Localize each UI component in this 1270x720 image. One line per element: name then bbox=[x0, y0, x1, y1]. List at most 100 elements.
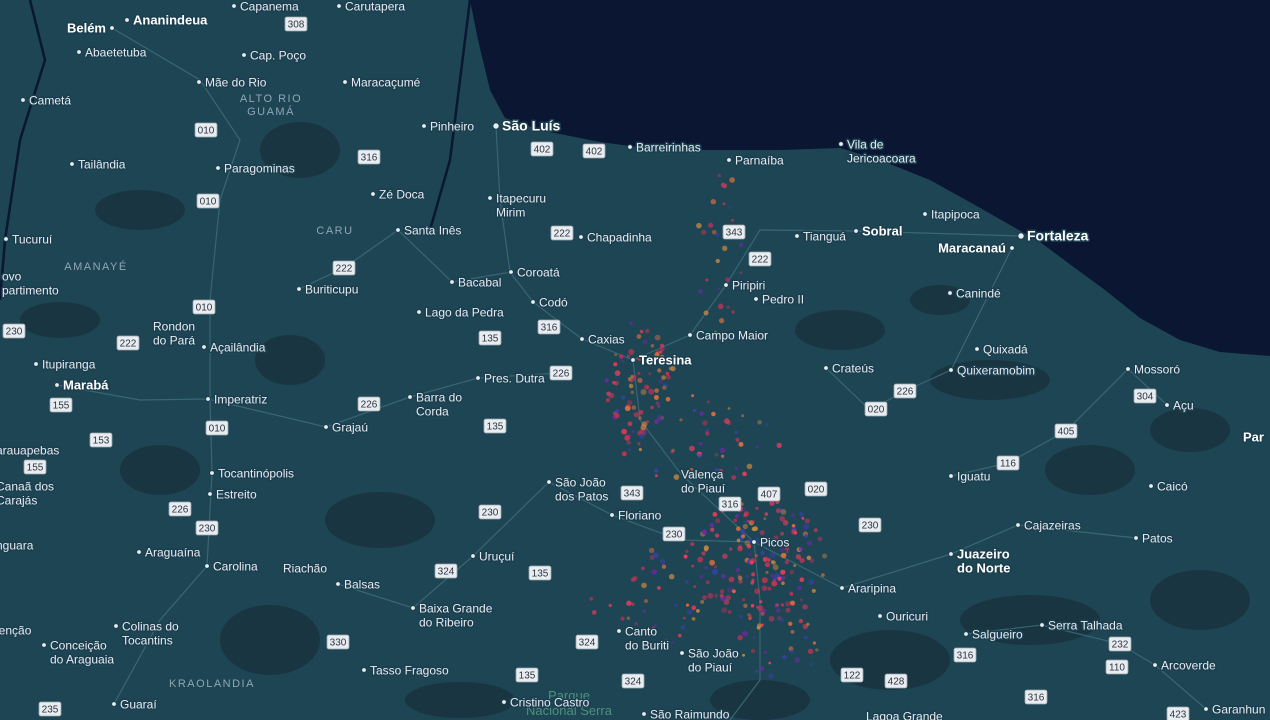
city-redencao[interactable]: lenção bbox=[0, 622, 33, 639]
highway-shield-br230d[interactable]: 230 bbox=[858, 517, 882, 533]
highway-shield-br316d[interactable]: 316 bbox=[953, 647, 977, 663]
city-quixeramobim[interactable]: Quixeramobim bbox=[948, 362, 1037, 379]
highway-shield-br226c[interactable]: 226 bbox=[357, 396, 381, 412]
highway-shield-br324c[interactable]: 324 bbox=[621, 673, 645, 689]
highway-shield-br230e[interactable]: 230 bbox=[662, 526, 686, 542]
map-viewport[interactable]: ALTO RIO GUAMÁ CARU AMANAYÉ KRAOLANDIA Parqu… bbox=[0, 0, 1270, 720]
city-serra-talhada[interactable]: Serra Talhada bbox=[1039, 617, 1124, 634]
highway-shield-br343b[interactable]: 343 bbox=[620, 485, 644, 501]
highway-shield-br153[interactable]: 153 bbox=[89, 432, 113, 448]
city-ananindeua[interactable]: Ananindeua bbox=[124, 11, 210, 29]
city-carutapera[interactable]: Carutapera bbox=[336, 0, 407, 15]
highway-shield-br222b[interactable]: 222 bbox=[748, 251, 772, 267]
highway-shield-br155b[interactable]: 155 bbox=[23, 459, 47, 475]
highway-shield-br010a[interactable]: 010 bbox=[194, 122, 218, 138]
highway-shield-br428[interactable]: 428 bbox=[884, 673, 908, 689]
city-guarai[interactable]: nguara bbox=[0, 537, 35, 554]
highway-shield-br316a[interactable]: 316 bbox=[357, 149, 381, 165]
city-pedro-ii[interactable]: Pedro II bbox=[753, 291, 806, 308]
city-conceicao-do-araguaia[interactable]: Conceiçãodo Araguaia bbox=[41, 637, 116, 668]
city-coroata[interactable]: Coroatá bbox=[508, 264, 562, 281]
highway-shield-br010b[interactable]: 010 bbox=[196, 193, 220, 209]
city-parelhas[interactable]: Par bbox=[1242, 428, 1266, 446]
city-juazeiro-do-norte[interactable]: Juazeirodo Norte bbox=[948, 545, 1012, 577]
city-lago-da-pedra[interactable]: Lago da Pedra bbox=[416, 304, 506, 321]
city-cap-poco[interactable]: Cap. Poço bbox=[241, 47, 308, 64]
highway-shield-br010c[interactable]: 010 bbox=[192, 299, 216, 315]
city-valenca-do-piaui[interactable]: Valençado Piauí bbox=[680, 466, 728, 497]
city-sao-joao-do-piaui[interactable]: São Joãodo Piauí bbox=[679, 645, 741, 676]
city-floriano[interactable]: Floriano bbox=[609, 507, 663, 524]
highway-shield-br316b[interactable]: 316 bbox=[537, 319, 561, 335]
highway-shield-br316e[interactable]: 316 bbox=[1024, 689, 1048, 705]
city-maracacume[interactable]: Maracaçumé bbox=[342, 74, 422, 91]
city-pinheiro[interactable]: Pinheiro bbox=[421, 118, 476, 135]
city-itapipoca[interactable]: Itapipoca bbox=[922, 206, 982, 223]
city-rondon-do-para[interactable]: Rondondo Pará bbox=[152, 318, 197, 349]
city-pres-dutra[interactable]: Pres. Dutra bbox=[475, 370, 547, 387]
city-carolina[interactable]: Carolina bbox=[204, 558, 260, 575]
city-campo-maior[interactable]: Campo Maior bbox=[687, 327, 770, 344]
city-colinas-do-tocantins[interactable]: Colinas doTocantins bbox=[113, 618, 181, 649]
city-sao-luis[interactable]: São Luís bbox=[492, 116, 562, 135]
highway-shield-br110[interactable]: 110 bbox=[1105, 659, 1129, 675]
highway-shield-br135b[interactable]: 135 bbox=[483, 418, 507, 434]
city-caninde[interactable]: Canindé bbox=[947, 285, 1003, 302]
map-canvas[interactable]: ALTO RIOGUAMÁCARUAMANAYÉKRAOLANDIA Parqu… bbox=[0, 0, 1270, 720]
city-tocantinopolis[interactable]: Tocantinópolis bbox=[209, 465, 296, 482]
highway-shield-br232[interactable]: 232 bbox=[1108, 636, 1132, 652]
highway-shield-br020b[interactable]: 020 bbox=[804, 481, 828, 497]
city-parnaiba[interactable]: Parnaíba bbox=[726, 152, 786, 169]
city-crateus[interactable]: Crateús bbox=[823, 360, 876, 377]
city-lagoa-grande[interactable]: Lagoa Grande bbox=[865, 708, 945, 720]
highway-shield-br122[interactable]: 122 bbox=[840, 667, 864, 683]
city-tailandia[interactable]: Tailândia bbox=[69, 156, 127, 173]
city-chapadinha[interactable]: Chapadinha bbox=[578, 229, 654, 246]
highway-shield-br135d[interactable]: 135 bbox=[515, 667, 539, 683]
highway-shield-br304[interactable]: 304 bbox=[1133, 388, 1157, 404]
city-maraba[interactable]: Marabá bbox=[54, 376, 111, 394]
highway-shield-br316c[interactable]: 316 bbox=[718, 496, 742, 512]
city-itupiranga[interactable]: Itupiranga bbox=[33, 356, 97, 373]
city-teresina[interactable]: Teresina bbox=[630, 351, 694, 369]
city-riachao[interactable]: Riachão bbox=[282, 560, 329, 577]
highway-shield-br230a[interactable]: 230 bbox=[2, 323, 26, 339]
city-cristino-castro[interactable]: Cristino Castro bbox=[501, 694, 591, 711]
city-araguaina[interactable]: Araguaína bbox=[136, 544, 202, 561]
city-maracanau[interactable]: Maracanaú bbox=[937, 239, 1015, 257]
city-sao-joao-dos-patos[interactable]: São Joãodos Patos bbox=[546, 474, 610, 505]
highway-shield-br116a[interactable]: 116 bbox=[996, 455, 1020, 471]
city-ze-doca[interactable]: Zé Doca bbox=[370, 186, 426, 203]
city-arcoverde[interactable]: Arcoverde bbox=[1152, 657, 1218, 674]
highway-shield-br402a[interactable]: 402 bbox=[530, 141, 554, 157]
city-salgueiro[interactable]: Salgueiro bbox=[963, 626, 1025, 643]
highway-shield-br010d[interactable]: 010 bbox=[205, 420, 229, 436]
city-quixada[interactable]: Quixadá bbox=[974, 341, 1030, 358]
city-imperatriz[interactable]: Imperatriz bbox=[205, 391, 269, 408]
highway-shield-br324a[interactable]: 324 bbox=[434, 563, 458, 579]
highway-shield-br020a[interactable]: 020 bbox=[864, 401, 888, 417]
city-mossoro[interactable]: Mossoró bbox=[1125, 361, 1182, 378]
highway-shield-br407[interactable]: 407 bbox=[757, 486, 781, 502]
city-acailandia[interactable]: Açailândia bbox=[201, 339, 267, 356]
city-mae-do-rio[interactable]: Mãe do Rio bbox=[196, 74, 268, 91]
city-cameta[interactable]: Cametá bbox=[20, 92, 73, 109]
highway-shield-br155a[interactable]: 155 bbox=[49, 397, 73, 413]
highway-shield-br230b[interactable]: 230 bbox=[478, 504, 502, 520]
city-paragominas[interactable]: Paragominas bbox=[215, 160, 296, 177]
city-sao-raimundo[interactable]: São Raimundo bbox=[641, 706, 731, 720]
city-parauapebas[interactable]: arauapebas bbox=[0, 442, 61, 459]
highway-shield-br226b[interactable]: 226 bbox=[893, 383, 917, 399]
city-buriticupu[interactable]: Buriticupu bbox=[296, 281, 360, 298]
city-tiangua[interactable]: Tianguá bbox=[794, 228, 848, 245]
highway-shield-br405[interactable]: 405 bbox=[1054, 423, 1078, 439]
city-abaetetuba[interactable]: Abaetetuba bbox=[76, 44, 148, 61]
highway-shield-br230c[interactable]: 230 bbox=[195, 520, 219, 536]
highway-shield-br135c[interactable]: 135 bbox=[528, 565, 552, 581]
city-araripina[interactable]: Araripina bbox=[839, 580, 898, 597]
highway-shield-br324b[interactable]: 324 bbox=[575, 634, 599, 650]
highway-shield-br308[interactable]: 308 bbox=[284, 16, 308, 32]
highway-shield-br135a[interactable]: 135 bbox=[478, 330, 502, 346]
highway-shield-br222c[interactable]: 222 bbox=[332, 260, 356, 276]
city-cajazeiras[interactable]: Cajazeiras bbox=[1015, 517, 1082, 534]
